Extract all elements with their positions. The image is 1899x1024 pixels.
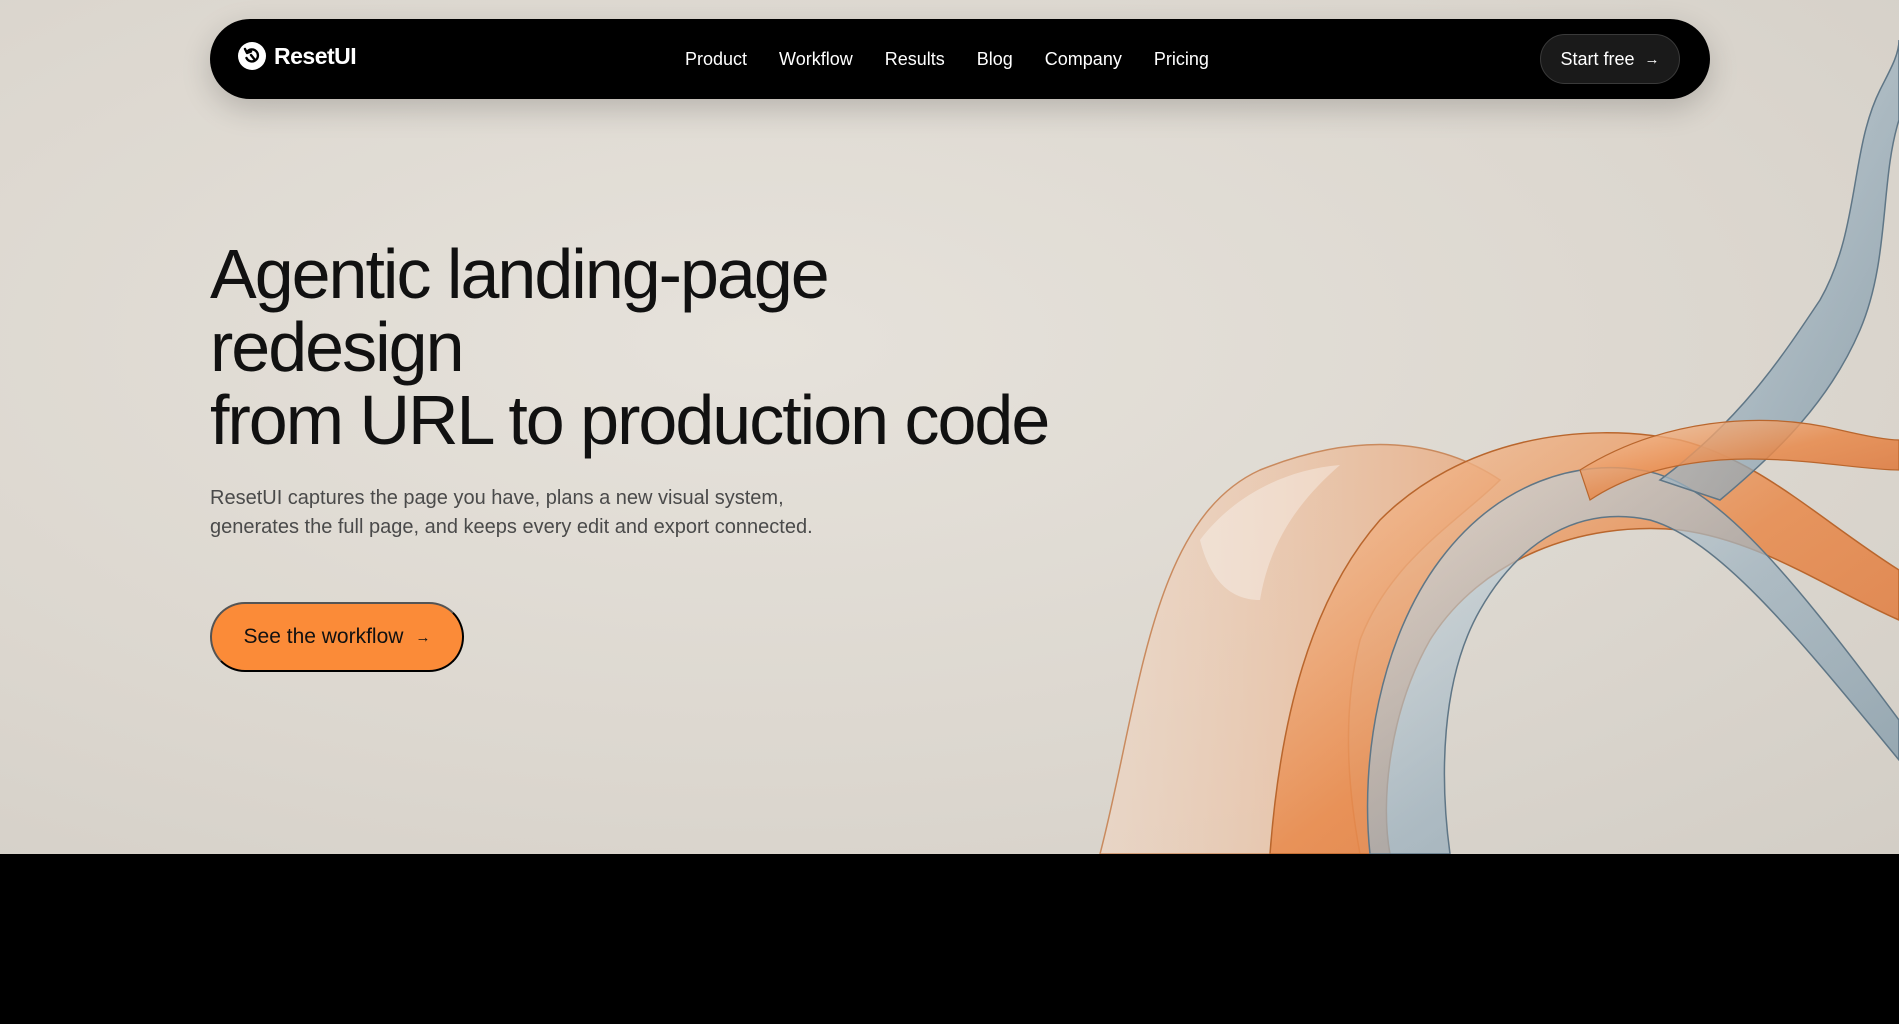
see-workflow-button[interactable]: See the workflow → xyxy=(210,602,464,672)
hero-subtext: ResetUI captures the page you have, plan… xyxy=(210,487,813,538)
arrow-right-icon: → xyxy=(415,628,431,646)
nav-link-company[interactable]: Company xyxy=(1045,49,1122,70)
nav-links: Product Workflow Results Blog Company Pr… xyxy=(685,19,1209,99)
brand-name: ResetUI xyxy=(274,42,357,69)
hero-section: ResetUI Product Workflow Results Blog Co… xyxy=(0,0,1899,854)
brand-logo-link[interactable]: ResetUI xyxy=(238,42,357,70)
headline-line-3: from URL to production code xyxy=(210,381,1050,459)
arrow-right-icon: → xyxy=(1644,50,1660,68)
nav-link-results[interactable]: Results xyxy=(885,49,945,70)
start-free-button[interactable]: Start free → xyxy=(1540,34,1680,84)
hero-headline: Agentic landing-page redesign from URL t… xyxy=(210,238,1110,457)
nav-link-product[interactable]: Product xyxy=(685,49,747,70)
start-free-label: Start free xyxy=(1560,48,1635,69)
headline-line-2: redesign xyxy=(210,308,465,386)
see-workflow-label: See the workflow xyxy=(243,625,404,648)
nav-link-pricing[interactable]: Pricing xyxy=(1154,49,1209,70)
reset-logo-icon xyxy=(238,42,266,70)
headline-line-1: Agentic landing-page xyxy=(210,235,830,313)
top-navbar: ResetUI Product Workflow Results Blog Co… xyxy=(210,19,1710,99)
nav-link-blog[interactable]: Blog xyxy=(977,49,1013,70)
glass-ribbon-illustration xyxy=(1099,39,1899,854)
next-section-dark xyxy=(0,854,1899,1024)
nav-link-workflow[interactable]: Workflow xyxy=(779,49,853,70)
